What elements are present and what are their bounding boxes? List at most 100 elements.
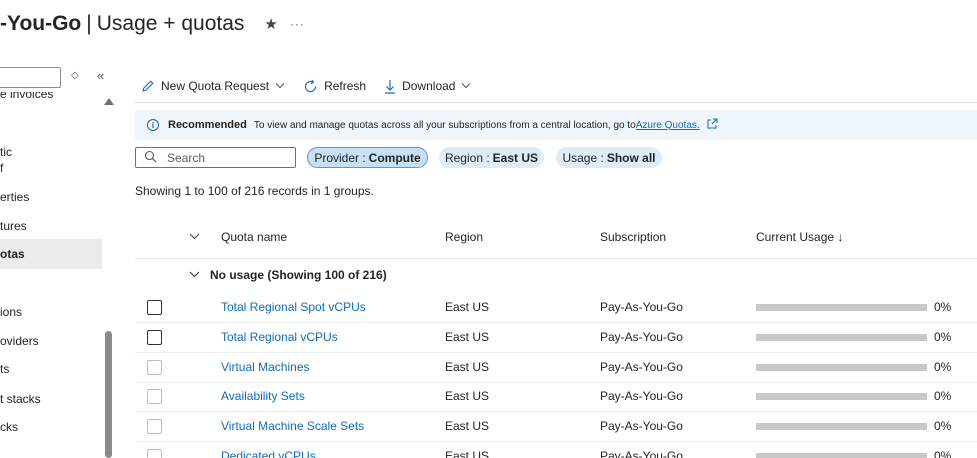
sidebar-item-stacks[interactable]: cks xyxy=(0,420,102,434)
search-icon xyxy=(144,150,157,166)
row-checkbox[interactable] xyxy=(147,330,162,345)
region-cell: East US xyxy=(445,449,490,458)
usage-percent: 0% xyxy=(934,330,952,344)
subscription-cell: Pay-As-You-Go xyxy=(600,389,683,403)
usage-percent: 0% xyxy=(934,300,952,314)
search-box[interactable] xyxy=(135,147,296,168)
chevron-down-icon xyxy=(461,81,471,92)
sidebar-item-features[interactable]: tures xyxy=(0,219,102,233)
table-row[interactable]: Total Regional vCPUs East US Pay-As-You-… xyxy=(135,323,977,353)
row-checkbox[interactable] xyxy=(147,300,162,315)
region-filter-pill[interactable]: Region : East US xyxy=(439,147,544,168)
table-row[interactable]: Dedicated vCPUs East US Pay-As-You-Go 0% xyxy=(135,442,977,458)
usage-bar xyxy=(756,364,927,371)
sidebar-sort-icon[interactable]: ◇ xyxy=(71,70,79,81)
row-checkbox[interactable] xyxy=(147,419,162,434)
usage-bar xyxy=(756,453,927,458)
sidebar-search-input[interactable] xyxy=(0,67,61,88)
usage-filter-value: Show all xyxy=(606,150,656,165)
provider-filter-key: Provider : xyxy=(314,150,366,165)
column-header-current-usage[interactable]: Current Usage ↓ xyxy=(756,230,843,244)
pencil-icon xyxy=(141,79,155,93)
more-options-icon[interactable]: ··· xyxy=(290,17,305,31)
command-bar: New Quota Request Refresh Download xyxy=(141,76,489,96)
row-checkbox[interactable] xyxy=(147,389,162,404)
region-cell: East US xyxy=(445,300,490,314)
group-chevron-icon[interactable] xyxy=(189,269,200,281)
usage-bar xyxy=(756,334,927,341)
subscription-cell: Pay-As-You-Go xyxy=(600,419,683,433)
quota-name-link[interactable]: Dedicated vCPUs xyxy=(221,449,316,458)
column-header-quota-name[interactable]: Quota name xyxy=(221,230,287,244)
usage-bar xyxy=(756,304,927,311)
sidebar-item-deployments[interactable]: ts xyxy=(0,362,102,376)
chevron-down-icon xyxy=(275,81,285,92)
usage-bar xyxy=(756,393,927,400)
sidebar-scrollbar[interactable] xyxy=(105,331,112,458)
table-row[interactable]: Virtual Machines East US Pay-As-You-Go 0… xyxy=(135,353,977,383)
external-link-icon[interactable] xyxy=(707,118,718,132)
column-header-subscription[interactable]: Subscription xyxy=(600,230,666,244)
usage-percent: 0% xyxy=(934,360,952,374)
quota-name-link[interactable]: Total Regional Spot vCPUs xyxy=(221,300,366,314)
region-cell: East US xyxy=(445,389,490,403)
quota-name-link[interactable]: Virtual Machine Scale Sets xyxy=(221,419,364,433)
sidebar-item-properties[interactable]: erties xyxy=(0,190,102,204)
provider-filter-value: Compute xyxy=(368,150,421,165)
group-header-row[interactable]: No usage (Showing 100 of 216) xyxy=(189,268,387,282)
quota-name-link[interactable]: Total Regional vCPUs xyxy=(221,330,338,344)
download-icon xyxy=(384,79,396,94)
search-input[interactable] xyxy=(167,150,287,165)
row-checkbox[interactable] xyxy=(147,449,162,458)
subscription-name: -You-Go xyxy=(0,12,82,35)
download-button[interactable]: Download xyxy=(384,79,471,94)
table-row[interactable]: Availability Sets East US Pay-As-You-Go … xyxy=(135,382,977,412)
info-icon: i xyxy=(147,119,159,131)
region-cell: East US xyxy=(445,419,490,433)
table-header-divider xyxy=(135,258,977,259)
usage-percent: 0% xyxy=(934,389,952,403)
region-filter-value: East US xyxy=(492,150,539,165)
refresh-label: Refresh xyxy=(324,79,367,93)
provider-filter-pill[interactable]: Provider : Compute xyxy=(307,147,428,168)
sidebar-item-diagnostic-2[interactable]: f xyxy=(0,161,102,175)
sidebar-item-invoices[interactable]: e invoices xyxy=(0,92,102,101)
recommendation-banner: i Recommended To view and manage quotas … xyxy=(135,110,977,140)
column-header-region[interactable]: Region xyxy=(445,230,483,244)
table-row[interactable]: Total Regional Spot vCPUs East US Pay-As… xyxy=(135,293,977,323)
row-checkbox[interactable] xyxy=(147,360,162,375)
quota-name-link[interactable]: Availability Sets xyxy=(221,389,305,403)
refresh-button[interactable]: Refresh xyxy=(303,79,366,94)
region-cell: East US xyxy=(445,330,490,344)
title-separator: | xyxy=(86,12,92,35)
region-cell: East US xyxy=(445,360,490,374)
group-label: No usage (Showing 100 of 216) xyxy=(210,268,387,282)
subscription-cell: Pay-As-You-Go xyxy=(600,330,683,344)
sidebar-item-resource-providers[interactable]: oviders xyxy=(0,334,102,348)
toolbar-divider xyxy=(135,102,977,103)
sidebar-item-usage-quotas[interactable]: otas xyxy=(0,239,102,269)
usage-bar xyxy=(756,423,927,430)
scroll-up-icon[interactable] xyxy=(104,98,114,105)
refresh-icon xyxy=(303,79,318,94)
expand-all-chevron-icon[interactable] xyxy=(189,231,200,243)
sidebar-item-diagnostic[interactable]: tic xyxy=(0,145,102,159)
azure-quotas-link[interactable]: Azure Quotas. xyxy=(636,120,700,131)
new-quota-request-label: New Quota Request xyxy=(161,79,270,93)
usage-filter-pill[interactable]: Usage : Show all xyxy=(556,147,662,168)
sidebar-item-deployment-stacks[interactable]: t stacks xyxy=(0,392,102,406)
subscription-cell: Pay-As-You-Go xyxy=(600,300,683,314)
quota-name-link[interactable]: Virtual Machines xyxy=(221,360,310,374)
usage-percent: 0% xyxy=(934,419,952,433)
sidebar-item-subscriptions[interactable]: ions xyxy=(0,305,102,319)
page-title-bar: -You-Go | Usage + quotas ★ ··· xyxy=(0,9,305,39)
favorite-star-icon[interactable]: ★ xyxy=(264,15,277,33)
usage-percent: 0% xyxy=(934,449,952,458)
new-quota-request-button[interactable]: New Quota Request xyxy=(141,79,285,93)
subscription-cell: Pay-As-You-Go xyxy=(600,360,683,374)
page-title: Usage + quotas xyxy=(96,12,245,35)
table-row[interactable]: Virtual Machine Scale Sets East US Pay-A… xyxy=(135,412,977,442)
collapse-sidebar-icon[interactable]: « xyxy=(97,68,104,83)
download-label: Download xyxy=(402,79,456,93)
banner-message: To view and manage quotas across all you… xyxy=(253,119,636,131)
